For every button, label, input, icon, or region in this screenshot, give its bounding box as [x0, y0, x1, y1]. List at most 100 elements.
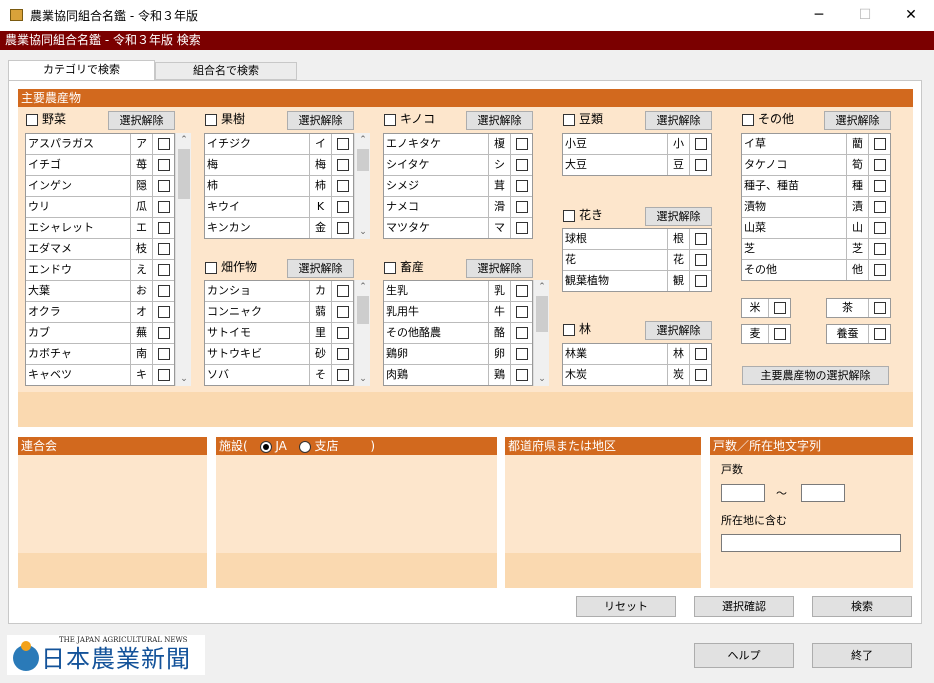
list-item[interactable]: サトウキビ砂 — [205, 344, 353, 365]
item-checkbox[interactable] — [515, 222, 528, 234]
search-button[interactable]: 検索 — [812, 596, 912, 617]
item-checkbox[interactable] — [873, 180, 886, 192]
list-item[interactable]: カンショカ — [205, 281, 353, 302]
forest-select-all-checkbox[interactable] — [563, 323, 575, 336]
list-item[interactable]: エダマメ枝 — [26, 239, 174, 260]
list-item[interactable]: 芝芝 — [742, 239, 890, 260]
list-item[interactable]: エノキタケ榎 — [384, 134, 532, 155]
scroll-up-icon[interactable]: ⌃ — [534, 280, 550, 294]
scroll-down-icon[interactable]: ⌄ — [355, 372, 371, 386]
item-checkbox[interactable] — [157, 201, 170, 213]
beans-clear-button[interactable]: 選択解除 — [645, 111, 712, 130]
item-checkbox[interactable] — [515, 327, 528, 339]
list-item[interactable]: イチゴ苺 — [26, 155, 174, 176]
item-checkbox[interactable] — [515, 285, 528, 297]
reset-button[interactable]: リセット — [576, 596, 676, 617]
item-checkbox[interactable] — [515, 201, 528, 213]
list-item[interactable]: アスパラガスア — [26, 134, 174, 155]
list-item[interactable]: その他酪農酪 — [384, 323, 532, 344]
list-item[interactable]: 林業林 — [563, 344, 711, 365]
list-item[interactable]: ソバそ — [205, 365, 353, 385]
flower-list[interactable]: 球根根花花観葉植物観 — [562, 228, 712, 292]
other-list[interactable]: イ草藺タケノコ筍種子、種苗種漬物漬山菜山芝芝その他他 — [741, 133, 891, 281]
list-item[interactable]: マツタケマ — [384, 218, 532, 238]
scroll-thumb[interactable] — [178, 149, 190, 199]
item-checkbox[interactable] — [157, 138, 170, 150]
item-checkbox[interactable] — [873, 222, 886, 234]
item-checkbox[interactable] — [515, 306, 528, 318]
beans-list[interactable]: 小豆小大豆豆 — [562, 133, 712, 176]
close-button[interactable]: ✕ — [888, 0, 934, 31]
flower-select-all-checkbox[interactable] — [563, 209, 575, 222]
vegetable-select-all-checkbox[interactable] — [26, 113, 38, 126]
wheat-checkbox[interactable] — [773, 328, 786, 340]
list-item[interactable]: 種子、種苗種 — [742, 176, 890, 197]
clear-main-products-button[interactable]: 主要農産物の選択解除 — [742, 366, 889, 385]
list-item[interactable]: 生乳乳 — [384, 281, 532, 302]
wheat-box[interactable]: 麦 — [741, 324, 791, 344]
item-checkbox[interactable] — [157, 243, 170, 255]
list-item[interactable]: キウイ K — [205, 197, 353, 218]
fruit-list[interactable]: イチジクイ梅梅柿柿キウイ K キンカン金 — [204, 133, 354, 239]
list-item[interactable]: 大葉お — [26, 281, 174, 302]
item-checkbox[interactable] — [873, 243, 886, 255]
confirm-selection-button[interactable]: 選択確認 — [694, 596, 794, 617]
item-checkbox[interactable] — [336, 159, 349, 171]
item-checkbox[interactable] — [157, 306, 170, 318]
list-item[interactable]: 漬物漬 — [742, 197, 890, 218]
vegetable-list[interactable]: アスパラガスアイチゴ苺インゲン隠ウリ瓜エシャレットエエダマメ枝エンドウえ大葉おオ… — [25, 133, 175, 386]
sericulture-box[interactable]: 養蚕 — [826, 324, 891, 344]
item-checkbox[interactable] — [336, 201, 349, 213]
mushroom-list[interactable]: エノキタケ榎シイタケシシメジ茸ナメコ滑マツタケマ — [383, 133, 533, 239]
mushroom-clear-button[interactable]: 選択解除 — [466, 111, 533, 130]
item-checkbox[interactable] — [694, 348, 707, 360]
list-item[interactable]: キャベツキ — [26, 365, 174, 385]
list-item[interactable]: 鶏卵卵 — [384, 344, 532, 365]
fruit-clear-button[interactable]: 選択解除 — [287, 111, 354, 130]
item-checkbox[interactable] — [515, 138, 528, 150]
forest-list[interactable]: 林業林木炭炭 — [562, 343, 712, 386]
list-item[interactable]: 花花 — [563, 250, 711, 271]
list-item[interactable]: イチジクイ — [205, 134, 353, 155]
item-checkbox[interactable] — [336, 369, 349, 381]
list-item[interactable]: 小豆小 — [563, 134, 711, 155]
radio-branch[interactable] — [298, 440, 311, 453]
item-checkbox[interactable] — [157, 264, 170, 276]
fruit-select-all-checkbox[interactable] — [205, 113, 217, 126]
forest-clear-button[interactable]: 選択解除 — [645, 321, 712, 340]
crop-scrollbar[interactable]: ⌃ ⌄ — [354, 280, 370, 386]
list-item[interactable]: 肉鶏鶏 — [384, 365, 532, 385]
list-item[interactable]: タケノコ筍 — [742, 155, 890, 176]
item-checkbox[interactable] — [515, 348, 528, 360]
livestock-scrollbar[interactable]: ⌃ ⌄ — [533, 280, 549, 386]
item-checkbox[interactable] — [694, 369, 707, 381]
scroll-up-icon[interactable]: ⌃ — [355, 280, 371, 294]
list-item[interactable]: キンカン金 — [205, 218, 353, 238]
household-min-input[interactable] — [721, 484, 765, 502]
item-checkbox[interactable] — [157, 348, 170, 360]
crop-list[interactable]: カンショカコンニャク蒻サトイモ里サトウキビ砂ソバそ — [204, 280, 354, 386]
list-item[interactable]: 梅梅 — [205, 155, 353, 176]
list-item[interactable]: インゲン隠 — [26, 176, 174, 197]
item-checkbox[interactable] — [694, 254, 707, 266]
item-checkbox[interactable] — [157, 369, 170, 381]
mushroom-select-all-checkbox[interactable] — [384, 113, 396, 126]
list-item[interactable]: サトイモ里 — [205, 323, 353, 344]
list-item[interactable]: 木炭炭 — [563, 365, 711, 385]
household-max-input[interactable] — [801, 484, 845, 502]
item-checkbox[interactable] — [694, 159, 707, 171]
other-select-all-checkbox[interactable] — [742, 113, 754, 126]
scroll-up-icon[interactable]: ⌃ — [176, 133, 192, 147]
item-checkbox[interactable] — [336, 222, 349, 234]
flower-clear-button[interactable]: 選択解除 — [645, 207, 712, 226]
crop-clear-button[interactable]: 選択解除 — [287, 259, 354, 278]
item-checkbox[interactable] — [336, 180, 349, 192]
item-checkbox[interactable] — [515, 180, 528, 192]
item-checkbox[interactable] — [515, 159, 528, 171]
address-input[interactable] — [721, 534, 901, 552]
fruit-scrollbar[interactable]: ⌃ ⌄ — [354, 133, 370, 239]
scroll-down-icon[interactable]: ⌄ — [534, 372, 550, 386]
list-item[interactable]: 大豆豆 — [563, 155, 711, 175]
list-item[interactable]: オクラオ — [26, 302, 174, 323]
item-checkbox[interactable] — [873, 201, 886, 213]
